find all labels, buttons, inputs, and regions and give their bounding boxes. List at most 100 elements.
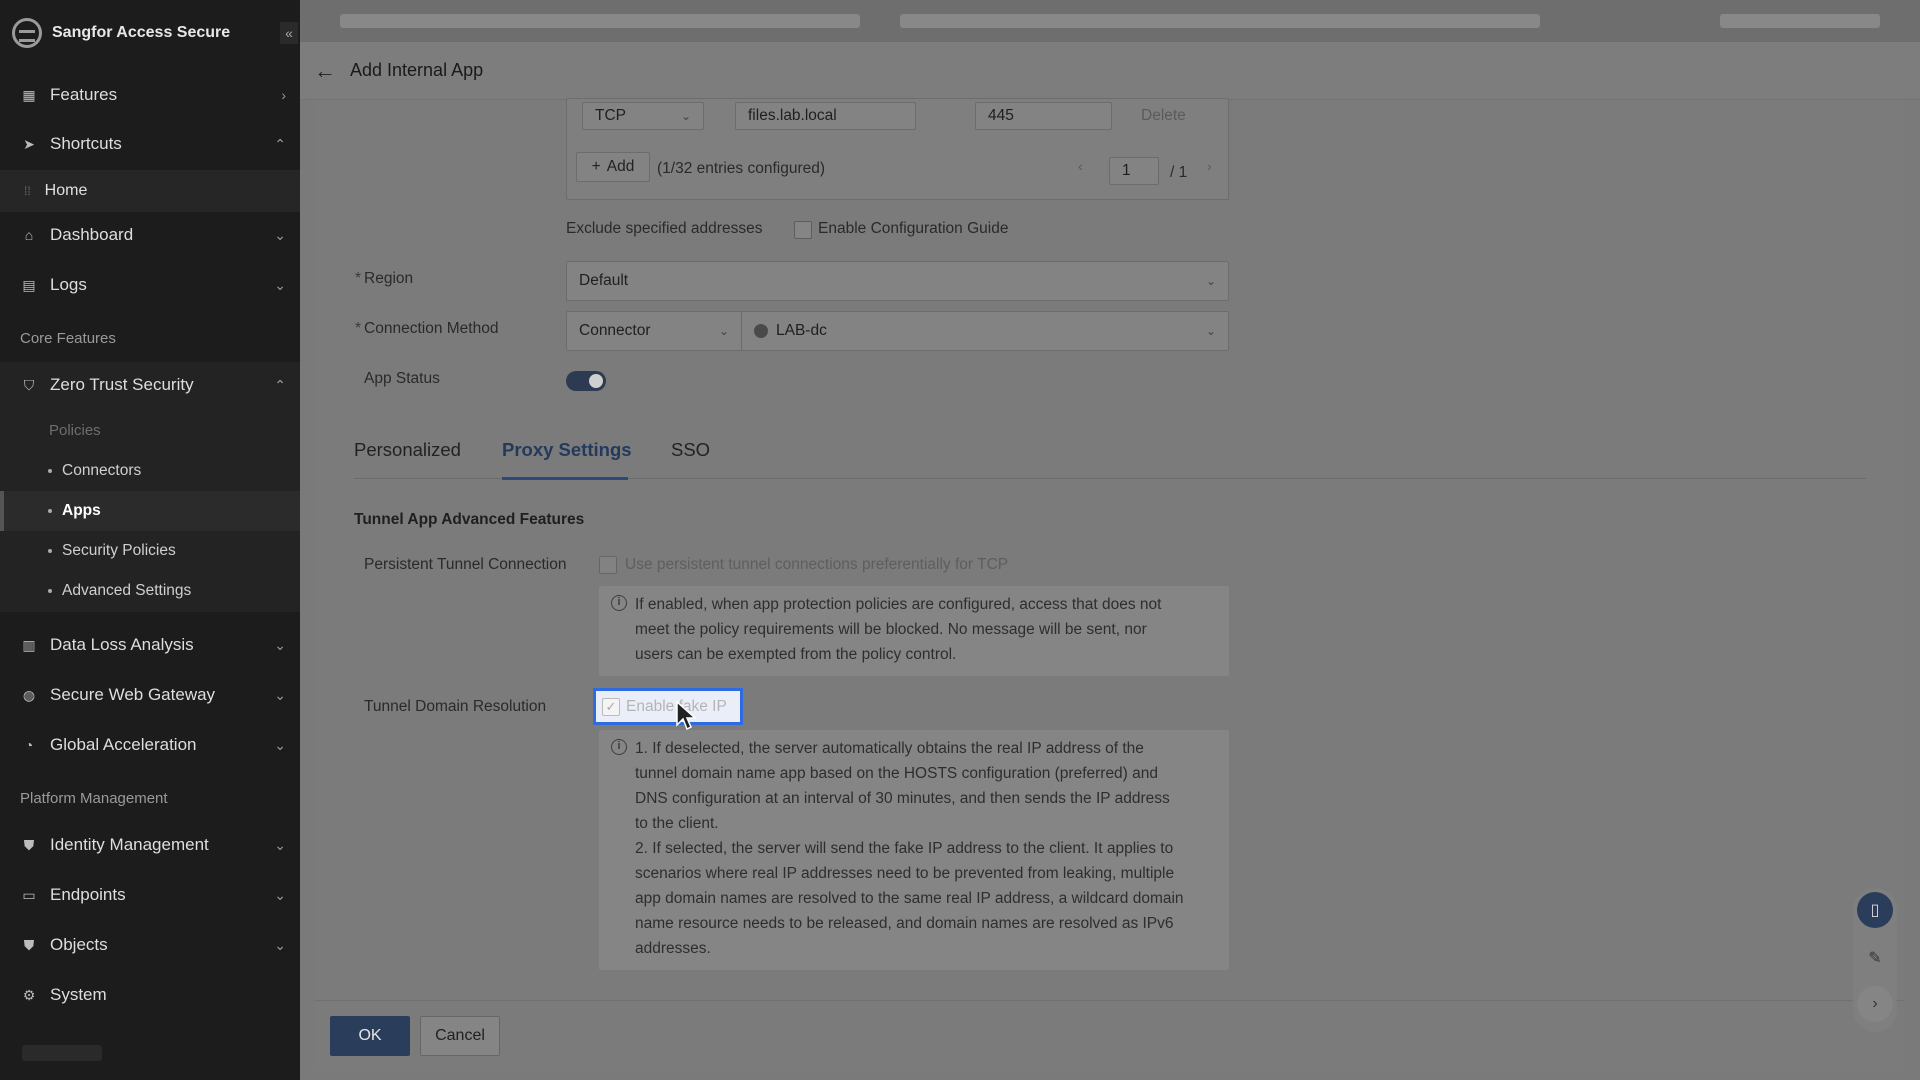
next-page-icon[interactable]: › — [1207, 158, 1212, 174]
nav-data-loss-label: Data Loss Analysis — [50, 635, 194, 654]
chevron-down-icon: ⌄ — [274, 736, 286, 753]
page-title: Add Internal App — [350, 60, 484, 80]
config-guide-label: Enable Configuration Guide — [818, 220, 1009, 237]
logs-icon: ▤ — [22, 276, 36, 293]
section-core-features: Core Features — [20, 330, 116, 347]
sangfor-logo-icon — [12, 18, 42, 48]
send-icon: ➤ — [23, 135, 35, 152]
info-line: If enabled, when app protection policies… — [635, 596, 1162, 613]
floating-toolbar: ▯ ✎ › — [1853, 888, 1897, 1032]
endpoint-icon: ▭ — [22, 886, 36, 903]
chevron-down-icon: ⌄ — [274, 226, 286, 243]
nav-features-label: Features — [50, 85, 118, 104]
bullet-icon — [48, 469, 52, 473]
chevron-down-icon: ⌄ — [718, 324, 729, 338]
info-line: 2. If selected, the server will send the… — [635, 840, 1174, 857]
chevron-down-icon: ⌄ — [274, 686, 286, 703]
page-number-input[interactable]: 1 — [1109, 157, 1159, 185]
top-bar — [300, 0, 1920, 42]
blurred-region — [1720, 14, 1880, 28]
acceleration-icon: ◔ — [24, 737, 34, 753]
tab-personalized[interactable]: Personalized — [354, 439, 461, 461]
prev-page-icon[interactable]: ‹ — [1078, 158, 1083, 174]
page-header: ← Add Internal App — [300, 42, 1920, 100]
fake-ip-checkbox-focus[interactable]: ✓ Enable fake IP — [593, 688, 743, 725]
sidebar-item-label: Apps — [62, 502, 101, 519]
protocol-value: TCP — [595, 107, 626, 124]
nav-identity-label: Identity Management — [50, 835, 209, 854]
info-line: users can be exempted from the policy co… — [635, 646, 957, 663]
nav-home[interactable]: ⁞⁞ Home — [0, 170, 300, 212]
edit-pencil-icon[interactable]: ✎ — [1857, 940, 1893, 976]
nav-shortcuts[interactable]: ➤ Shortcuts ⌃ — [0, 119, 300, 169]
sidebar-item-apps[interactable]: Apps — [0, 491, 300, 531]
nav-dashboard[interactable]: ⌂ Dashboard ⌄ — [0, 210, 300, 260]
bullet-icon — [48, 549, 52, 553]
sidebar-item-advanced-settings[interactable]: Advanced Settings — [0, 571, 300, 611]
region-label: * Region — [355, 270, 414, 287]
info-icon: i — [611, 595, 627, 611]
persistent-tunnel-checkbox-label: Use persistent tunnel connections prefer… — [625, 556, 1009, 573]
nav-data-loss-analysis[interactable]: ▥ Data Loss Analysis ⌄ — [0, 620, 300, 670]
persistent-tunnel-checkbox[interactable] — [599, 556, 617, 574]
blurred-region — [900, 14, 1540, 28]
book-icon[interactable]: ▯ — [1857, 892, 1893, 928]
mouse-cursor-icon — [676, 701, 697, 731]
cancel-button[interactable]: Cancel — [420, 1016, 500, 1056]
protocol-select[interactable]: TCP ⌄ — [582, 102, 704, 130]
system-gear-icon: ⚙ — [22, 986, 36, 1003]
region-select[interactable]: Default ⌄ — [566, 261, 1229, 301]
info-line: name resource needs to be released, and … — [635, 915, 1174, 932]
brand: Sangfor Access Secure — [0, 0, 300, 66]
app-status-toggle[interactable] — [566, 371, 606, 391]
tab-sso[interactable]: SSO — [671, 439, 710, 461]
add-button[interactable]: + Add — [576, 152, 650, 182]
nav-global-acceleration[interactable]: ◔ Global Acceleration ⌄ — [0, 720, 300, 770]
nav-secure-web-gateway[interactable]: ◍ Secure Web Gateway ⌄ — [0, 670, 300, 720]
nav-zero-trust-label: Zero Trust Security — [50, 375, 194, 394]
grid-icon: ▦ — [22, 86, 36, 103]
tab-proxy-settings[interactable]: Proxy Settings — [502, 439, 632, 461]
collapse-sidebar-icon[interactable]: « — [280, 22, 298, 44]
nav-logs[interactable]: ▤ Logs ⌄ — [0, 260, 300, 310]
chevron-down-icon: ⌄ — [274, 836, 286, 853]
plus-icon: + — [591, 158, 601, 175]
connector-select[interactable]: LAB-dc ⌄ — [741, 311, 1229, 351]
persistent-tunnel-label: Persistent Tunnel Connection — [364, 556, 567, 573]
nav-logs-label: Logs — [50, 275, 87, 294]
nav-dashboard-label: Dashboard — [50, 225, 134, 244]
ok-button[interactable]: OK — [330, 1016, 410, 1056]
form-panel: TCP ⌄ files.lab.local 445 Delete + Add (… — [315, 98, 1905, 1060]
delete-link[interactable]: Delete — [1141, 107, 1186, 125]
data-loss-icon: ▥ — [22, 636, 36, 653]
sidebar-item-label: Advanced Settings — [62, 582, 192, 599]
advanced-features-title: Tunnel App Advanced Features — [354, 511, 585, 528]
connector-status-icon — [754, 324, 768, 338]
fake-ip-checkbox[interactable]: ✓ — [602, 697, 620, 716]
policies-group-label: Policies — [49, 422, 101, 439]
config-guide-checkbox[interactable] — [794, 221, 812, 239]
port-value: 445 — [988, 107, 1014, 124]
nav-zero-trust-security[interactable]: ⛉ Zero Trust Security ⌃ — [0, 360, 300, 410]
address-value: files.lab.local — [748, 107, 837, 124]
port-input[interactable]: 445 — [975, 102, 1112, 130]
nav-identity-management[interactable]: ⛊ Identity Management ⌄ — [0, 820, 300, 870]
connection-method-select[interactable]: Connector ⌄ — [566, 311, 742, 351]
nav-objects-label: Objects — [50, 935, 108, 954]
nav-global-accel-label: Global Acceleration — [50, 735, 197, 754]
sidebar-item-label: Security Policies — [62, 542, 176, 559]
nav-system[interactable]: ⚙ System — [0, 970, 300, 1020]
sidebar-item-connectors[interactable]: Connectors — [0, 451, 300, 491]
nav-features[interactable]: ▦ Features › — [0, 70, 300, 120]
connection-method-label: * Connection Method — [355, 320, 499, 337]
nav-endpoints[interactable]: ▭ Endpoints ⌄ — [0, 870, 300, 920]
nav-objects[interactable]: ⛊ Objects ⌄ — [0, 920, 300, 970]
sidebar-item-security-policies[interactable]: Security Policies — [0, 531, 300, 571]
back-arrow-icon[interactable]: ← — [314, 58, 336, 84]
gateway-icon: ◍ — [22, 686, 36, 703]
chevron-down-icon: ⌄ — [274, 636, 286, 653]
info-line: tunnel domain name app based on the HOST… — [635, 765, 1159, 782]
address-input[interactable]: files.lab.local — [735, 102, 916, 130]
chevron-right-icon[interactable]: › — [1857, 986, 1893, 1022]
chevron-down-icon: ⌄ — [1205, 274, 1216, 288]
